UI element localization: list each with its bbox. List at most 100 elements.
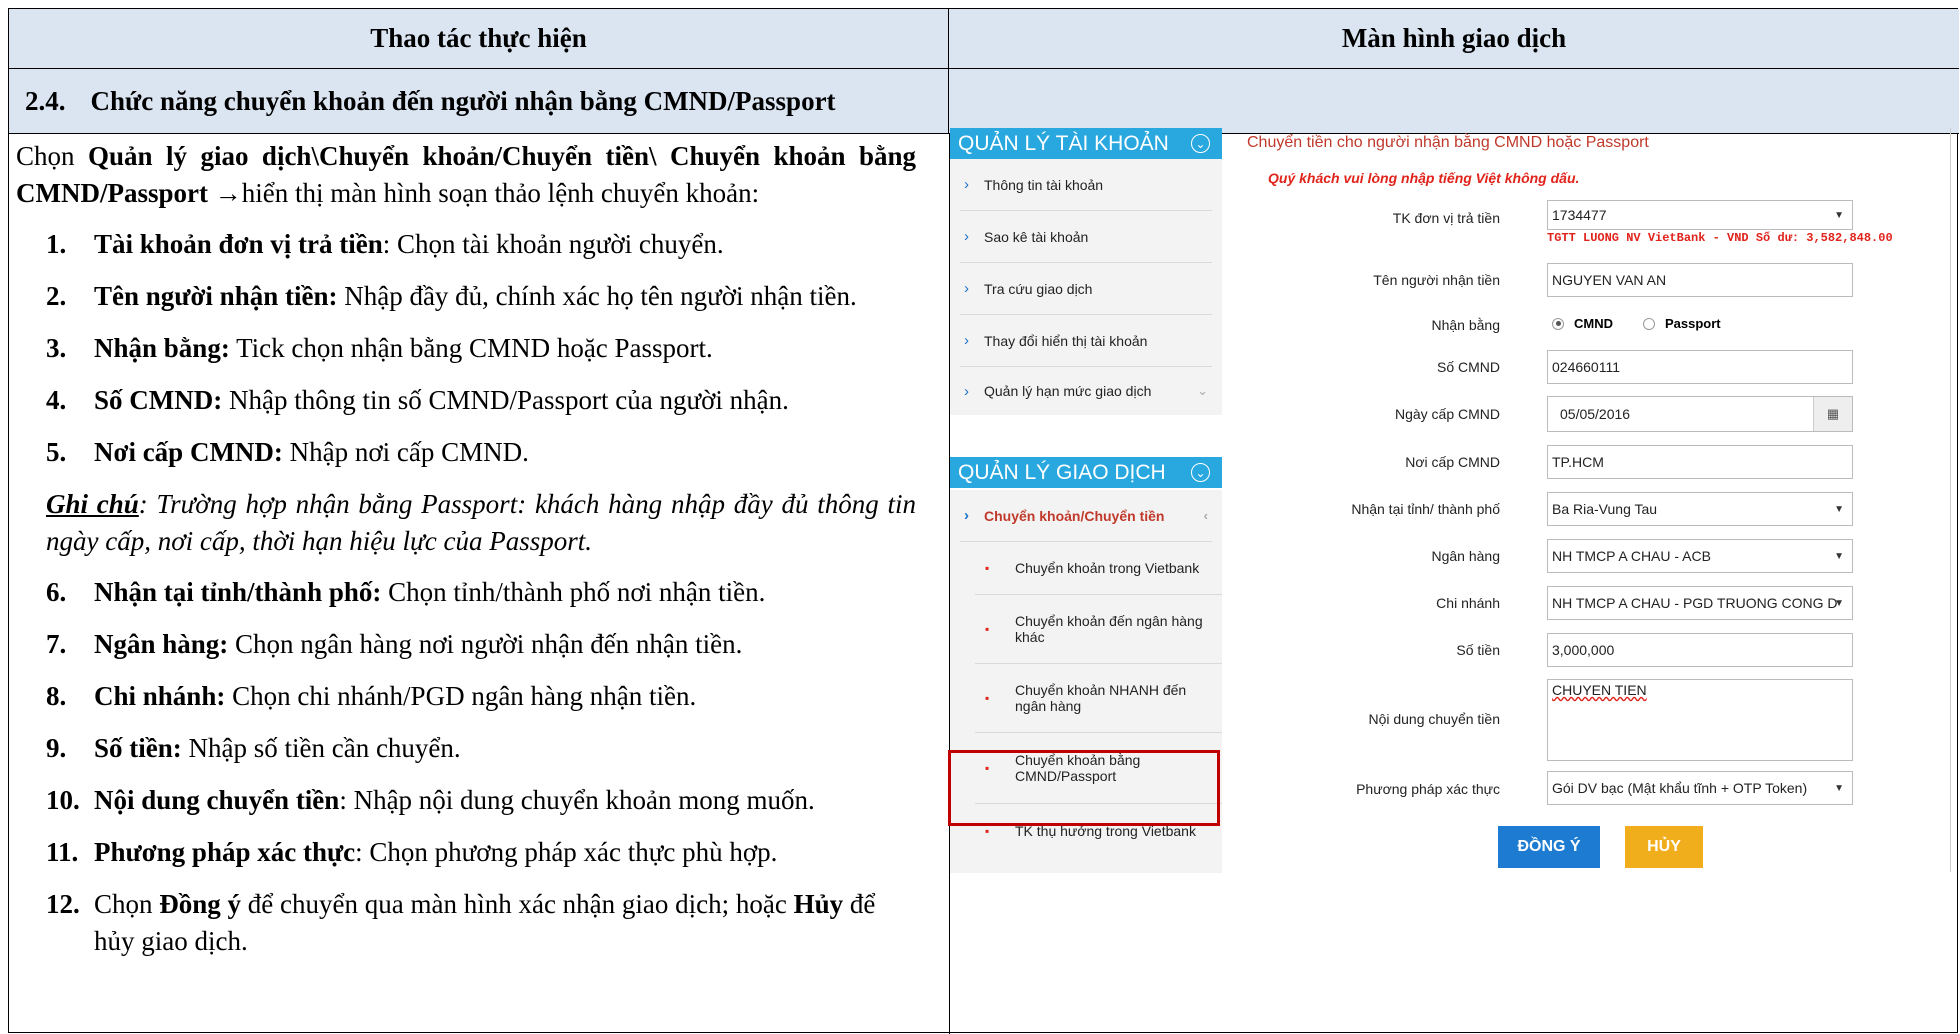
content-textarea[interactable]: CHUYEN TIEN (1547, 679, 1853, 761)
step-desc: Nhập đầy đủ, chính xác họ tên người nhận… (337, 281, 857, 311)
step-number: 7. (46, 629, 67, 659)
step-item: 9. Số tiền: Nhập số tiền cần chuyển. (16, 730, 916, 767)
step12-pre: Chọn (94, 889, 160, 919)
step-item: 3. Nhận bằng: Tick chọn nhận bằng CMND ho… (16, 330, 916, 367)
intro-prefix: Chọn (16, 141, 88, 171)
step-desc: : Chọn phương pháp xác thực phù hợp. (355, 837, 778, 867)
step-item: 8. Chi nhánh: Chọn chi nhánh/PGD ngân hàn… (16, 678, 916, 715)
chevron-down-icon: ⌄ (1197, 383, 1208, 398)
sidebar-item-transfer-0[interactable]: ▪ Chuyển khoản trong Vietbank (975, 542, 1222, 595)
branch-select[interactable]: NH TMCP A CHAU - PGD TRUONG CONG D ▼ (1547, 586, 1853, 620)
step-bold: Số CMND: (94, 385, 223, 415)
radio-cmnd-label: CMND (1574, 316, 1613, 331)
step-text: Chọn Đồng ý để chuyển qua màn hình xác n… (94, 886, 916, 960)
step-bold: Nội dung chuyển tiền (94, 785, 340, 815)
transaction-management-header[interactable]: QUẢN LÝ GIAO DỊCH ⌄ (950, 457, 1222, 488)
chevron-circle-icon[interactable]: ⌄ (1191, 134, 1210, 153)
sidebar-item-transfer-1[interactable]: ▪ Chuyển khoản đến ngân hàng khác (975, 595, 1222, 664)
province-select[interactable]: Ba Ria-Vung Tau ▼ (1547, 492, 1853, 526)
note-text: : Trường hợp nhận bằng Passport: khách h… (46, 489, 916, 556)
step-desc: Chọn chi nhánh/PGD ngân hàng nhận tiền. (225, 681, 697, 711)
step-bold: Số tiền: (94, 733, 182, 763)
menu-item-label: Chuyển khoản đến ngân hàng khác (1015, 613, 1203, 645)
amount-input[interactable]: 3,000,000 (1547, 633, 1853, 667)
step-number: 2. (46, 281, 67, 311)
receive-by-label: Nhận bằng (1431, 317, 1500, 333)
id-number-value: 024660111 (1552, 359, 1620, 375)
cancel-button[interactable]: HỦY (1625, 826, 1703, 868)
menu-item-transfer-group[interactable]: › Chuyển khoản/Chuyển tiền ‹ (960, 490, 1212, 542)
step-text: Tên người nhận tiền: Nhập đầy đủ, chính … (94, 278, 857, 315)
step-desc: Chọn ngân hàng nơi người nhận đến nhận t… (228, 629, 743, 659)
step12-mid: để chuyển qua màn hình xác nhận giao dịc… (241, 889, 794, 919)
step-bold: Tài khoản đơn vị trả tiền (94, 229, 383, 259)
radio-unselected-icon[interactable] (1643, 317, 1655, 330)
content-label: Nội dung chuyển tiền (1368, 711, 1500, 727)
step-bold: Ngân hàng: (94, 629, 229, 659)
sidebar-item-account-4[interactable]: › Quản lý hạn mức giao dịch ⌄ (960, 367, 1212, 415)
step-item: 4. Số CMND: Nhập thông tin số CMND/Passpo… (16, 382, 916, 419)
issue-date-input[interactable]: 05/05/2016 ▦ (1547, 396, 1853, 432)
menu-item-label: Thông tin tài khoản (984, 176, 1104, 193)
step-bold: Nơi cấp CMND: (94, 437, 283, 467)
step-number: 3. (46, 333, 67, 363)
form-title: Chuyển tiền cho người nhận bằng CMND hoặ… (1247, 134, 1649, 151)
step-item: 11. Phương pháp xác thực: Chọn phương phá… (16, 834, 916, 871)
step-number: 5. (46, 437, 67, 467)
step-desc: : Nhập nội dung chuyển khoản mong muốn. (339, 785, 815, 815)
column-header-screen: Màn hình giao dịch (949, 9, 1959, 69)
note-label: Ghi chú (46, 489, 139, 519)
bullet-icon: ▪ (985, 622, 990, 636)
step-text: Nơi cấp CMND: Nhập nơi cấp CMND. (94, 434, 529, 471)
menu-item-label: Thay đổi hiển thị tài khoản (984, 332, 1148, 349)
issue-date-label: Ngày cấp CMND (1394, 406, 1500, 422)
sidebar-item-account-3[interactable]: › Thay đổi hiển thị tài khoản (960, 315, 1212, 367)
auth-label: Phương pháp xác thực (1356, 781, 1500, 797)
radio-selected-icon[interactable] (1552, 317, 1564, 330)
step-text: Số tiền: Nhập số tiền cần chuyển. (94, 730, 461, 767)
agree-button[interactable]: ĐỒNG Ý (1498, 826, 1600, 868)
note: Ghi chú: Trường hợp nhận bằng Passport: … (16, 486, 916, 560)
recipient-name-input[interactable]: NGUYEN VAN AN (1547, 263, 1853, 297)
step-number: 12. (46, 889, 80, 919)
step-item: 5. Nơi cấp CMND: Nhập nơi cấp CMND. (16, 434, 916, 471)
id-number-input[interactable]: 024660111 (1547, 350, 1853, 384)
issue-place-input[interactable]: TP.HCM (1547, 445, 1853, 479)
radio-passport[interactable]: Passport (1643, 316, 1721, 331)
step-text: Phương pháp xác thực: Chọn phương pháp x… (94, 834, 777, 871)
auth-select[interactable]: Gói DV bạc (Mật khẩu tĩnh + OTP Token) ▼ (1547, 771, 1853, 805)
instructions: Chọn Quản lý giao dịch\Chuyển khoản/Chuy… (16, 138, 916, 975)
radio-cmnd[interactable]: CMND (1552, 316, 1613, 331)
province-label: Nhận tại tỉnh/ thành phố (1351, 501, 1500, 517)
amount-value: 3,000,000 (1552, 642, 1615, 658)
content-value: CHUYEN TIEN (1552, 682, 1647, 698)
chevron-circle-icon[interactable]: ⌄ (1191, 463, 1210, 482)
menu-item-label: Sao kê tài khoản (984, 228, 1089, 245)
section-title-row: 2.4. Chức năng chuyển khoản đến người nh… (9, 69, 949, 134)
payer-account-value: 1734477 (1552, 207, 1607, 223)
account-management-header[interactable]: QUẢN LÝ TÀI KHOẢN ⌄ (950, 128, 1222, 159)
section-number: 2.4. (25, 85, 66, 116)
step-text: Ngân hàng: Chọn ngân hàng nơi người nhận… (94, 626, 742, 663)
step-text: Nhận bằng: Tick chọn nhận bằng CMND hoặc… (94, 330, 713, 367)
sidebar-item-account-2[interactable]: › Tra cứu giao dịch (960, 263, 1212, 315)
chevron-left-icon: ‹ (1203, 508, 1208, 523)
step-bold: Nhận tại tỉnh/thành phố: (94, 577, 382, 607)
sidebar-item-account-0[interactable]: › Thông tin tài khoản (960, 159, 1212, 211)
sidebar-item-account-1[interactable]: › Sao kê tài khoản (960, 211, 1212, 263)
dropdown-arrow-icon: ▼ (1834, 503, 1844, 515)
menu-item-label: Chuyển khoản/Chuyển tiền (984, 507, 1165, 524)
bank-select[interactable]: NH TMCP A CHAU - ACB ▼ (1547, 539, 1853, 573)
step-text: Tài khoản đơn vị trả tiền: Chọn tài khoả… (94, 226, 724, 263)
sidebar-item-transfer-2[interactable]: ▪ Chuyển khoản NHANH đến ngân hàng (975, 664, 1222, 733)
menu-item-label: Quản lý hạn mức giao dịch (984, 383, 1152, 399)
menu-item-label: Tra cứu giao dịch (984, 280, 1093, 297)
chevron-right-icon: › (964, 332, 969, 349)
steps-list-a: 1. Tài khoản đơn vị trả tiền: Chọn tài kh… (16, 226, 916, 471)
branch-label: Chi nhánh (1436, 595, 1500, 611)
bullet-icon: ▪ (985, 824, 990, 838)
payer-account-select[interactable]: 1734477 ▼ (1547, 200, 1853, 230)
calendar-icon[interactable]: ▦ (1813, 397, 1852, 431)
step-number: 4. (46, 385, 67, 415)
bank-value: NH TMCP A CHAU - ACB (1552, 548, 1711, 564)
